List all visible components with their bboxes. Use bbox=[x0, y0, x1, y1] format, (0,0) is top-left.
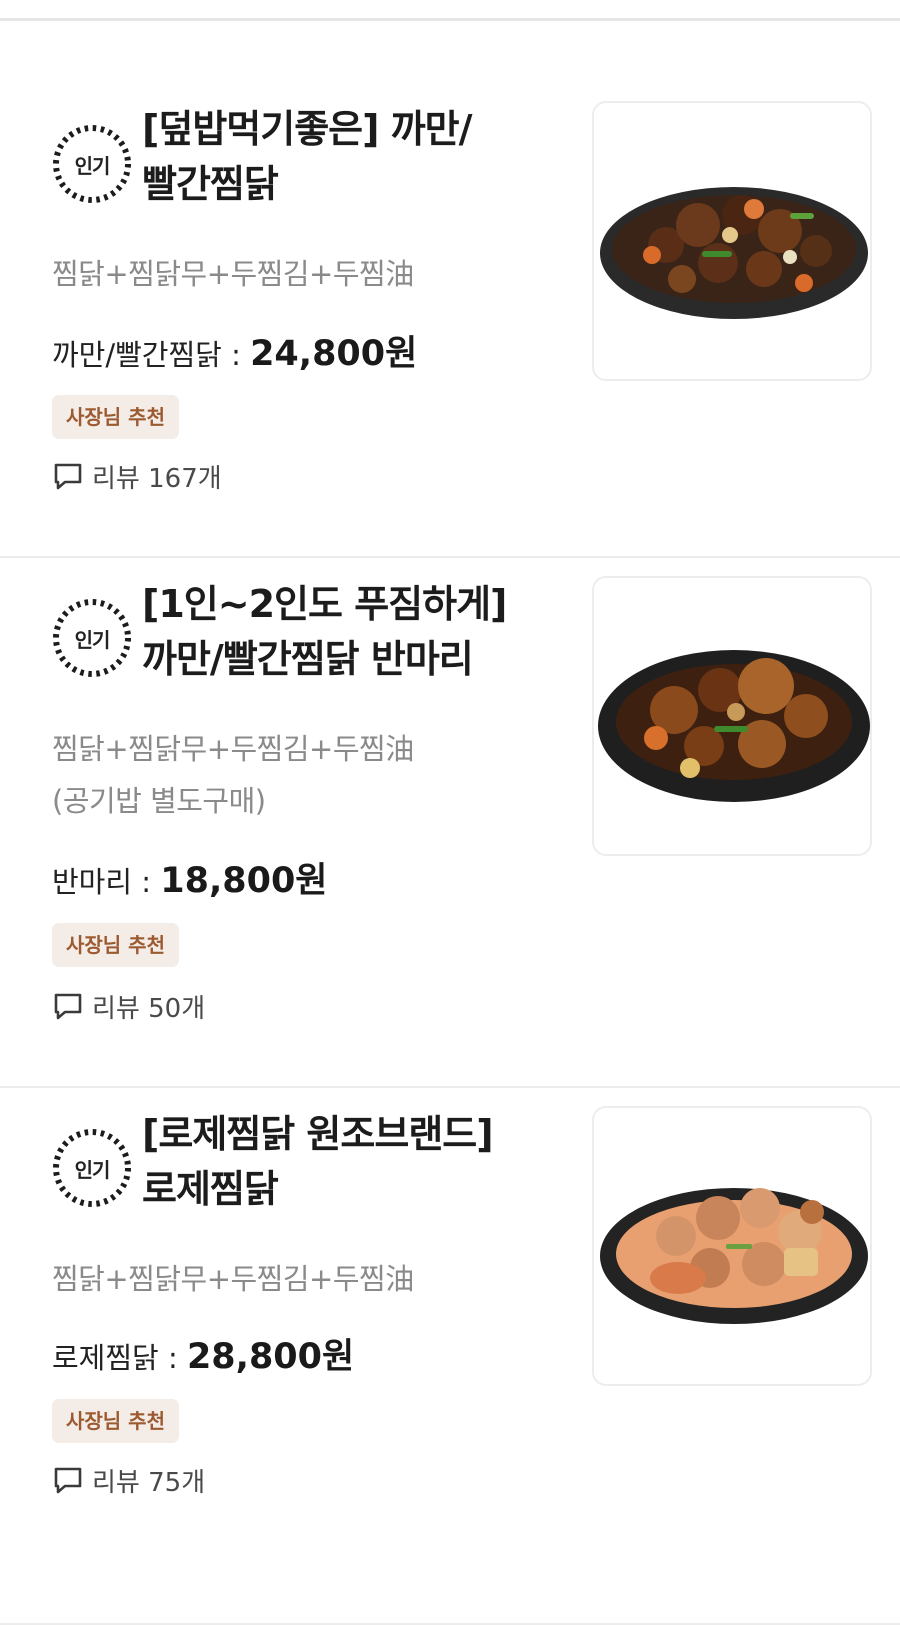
menu-description: 찜닭+찜닭무+두찜김+두찜油 bbox=[52, 248, 532, 300]
review-label: 리뷰 167개 bbox=[92, 463, 222, 494]
menu-image[interactable] bbox=[592, 101, 872, 381]
menu-description-line: (공기밥 별도구매) bbox=[52, 784, 266, 818]
menu-item[interactable]: 인기 [로제찜닭 원조브랜드] 로제찜닭 찜닭+찜닭무+두찜김+두찜油 로제찜닭… bbox=[0, 1088, 900, 1625]
popular-badge-icon: 인기 bbox=[52, 598, 132, 678]
menu-description: 찜닭+찜닭무+두찜김+두찜油 bbox=[52, 1253, 532, 1305]
price-line: 로제찜닭 : 28,800원 bbox=[52, 1328, 354, 1379]
popular-badge-icon: 인기 bbox=[52, 124, 132, 204]
menu-title-line: 로제찜닭 bbox=[142, 1167, 279, 1211]
price-line: 반마리 : 18,800원 bbox=[52, 852, 328, 903]
menu-title-line: 빨간찜닭 bbox=[142, 162, 279, 206]
popular-label: 인기 bbox=[74, 1157, 111, 1182]
menu-image[interactable] bbox=[592, 1106, 872, 1386]
speech-bubble-icon bbox=[54, 1467, 82, 1494]
popular-label: 인기 bbox=[74, 153, 111, 178]
speech-bubble-icon bbox=[54, 993, 82, 1020]
review-label: 리뷰 75개 bbox=[92, 1467, 206, 1498]
review-count[interactable]: 리뷰 75개 bbox=[52, 1462, 205, 1498]
price-label: 로제찜닭 : bbox=[52, 1341, 187, 1375]
menu-title-line: [덮밥먹기좋은] 까만/ bbox=[142, 107, 473, 151]
popular-label: 인기 bbox=[74, 627, 111, 652]
menu-description: 찜닭+찜닭무+두찜김+두찜油 (공기밥 별도구매) bbox=[52, 723, 532, 827]
popular-badge-icon: 인기 bbox=[52, 1128, 132, 1208]
menu-image[interactable] bbox=[592, 576, 872, 856]
owner-recommend-badge: 사장님 추천 bbox=[52, 923, 179, 967]
rose-braised-chicken-dish-icon bbox=[600, 1188, 868, 1324]
half-braised-chicken-dish-icon bbox=[598, 650, 870, 802]
menu-description-line: 찜닭+찜닭무+두찜김+두찜油 bbox=[52, 1262, 414, 1296]
dark-braised-chicken-dish-icon bbox=[600, 187, 868, 319]
price-value: 18,800원 bbox=[160, 861, 328, 901]
menu-title[interactable]: [덮밥먹기좋은] 까만/ 빨간찜닭 bbox=[142, 102, 562, 212]
price-value: 28,800원 bbox=[186, 1337, 355, 1377]
menu-item[interactable]: 인기 [1인~2인도 푸짐하게] 까만/빨간찜닭 반마리 찜닭+찜닭무+두찜김+… bbox=[0, 558, 900, 1088]
price-value: 24,800원 bbox=[250, 334, 418, 374]
price-label: 반마리 : bbox=[52, 865, 161, 899]
menu-description-line: 찜닭+찜닭무+두찜김+두찜油 bbox=[52, 732, 414, 766]
menu-description-line: 찜닭+찜닭무+두찜김+두찜油 bbox=[52, 257, 414, 291]
menu-title-line: [로제찜닭 원조브랜드] bbox=[142, 1112, 494, 1156]
speech-bubble-icon bbox=[54, 463, 82, 490]
owner-recommend-badge: 사장님 추천 bbox=[52, 395, 179, 439]
review-count[interactable]: 리뷰 167개 bbox=[52, 458, 222, 494]
price-line: 까만/빨간찜닭 : 24,800원 bbox=[52, 325, 417, 376]
review-count[interactable]: 리뷰 50개 bbox=[52, 988, 205, 1024]
menu-title[interactable]: [로제찜닭 원조브랜드] 로제찜닭 bbox=[142, 1107, 562, 1217]
menu-title[interactable]: [1인~2인도 푸짐하게] 까만/빨간찜닭 반마리 bbox=[142, 577, 562, 687]
menu-title-line: [1인~2인도 푸짐하게] bbox=[142, 582, 507, 626]
review-label: 리뷰 50개 bbox=[92, 993, 206, 1024]
menu-title-line: 까만/빨간찜닭 반마리 bbox=[142, 637, 474, 681]
price-label: 까만/빨간찜닭 : bbox=[52, 338, 251, 372]
menu-list: 인기 [덮밥먹기좋은] 까만/ 빨간찜닭 찜닭+찜닭무+두찜김+두찜油 까만/빨… bbox=[0, 21, 900, 1625]
owner-recommend-badge: 사장님 추천 bbox=[52, 1399, 179, 1443]
menu-item[interactable]: 인기 [덮밥먹기좋은] 까만/ 빨간찜닭 찜닭+찜닭무+두찜김+두찜油 까만/빨… bbox=[0, 21, 900, 558]
